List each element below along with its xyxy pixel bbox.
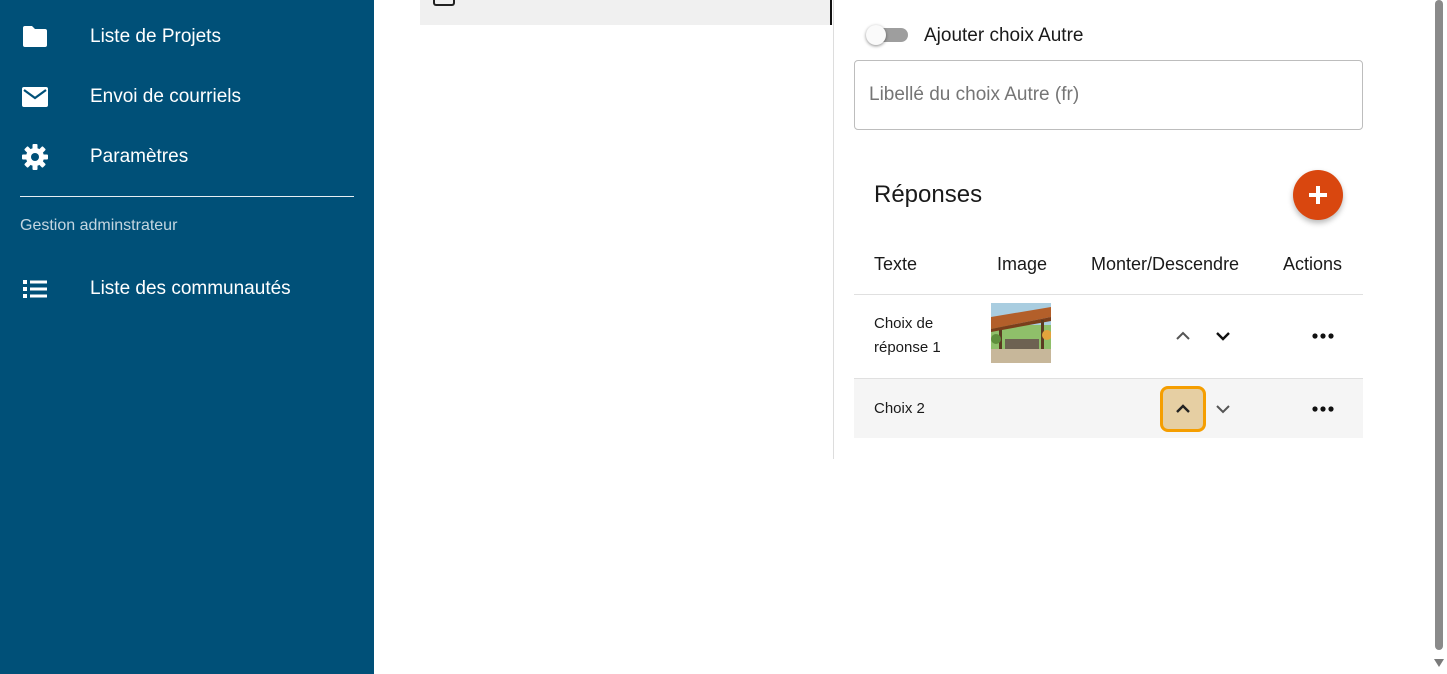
- move-up-button[interactable]: [1169, 322, 1197, 350]
- add-response-button[interactable]: [1293, 170, 1343, 220]
- more-horizontal-icon: [1312, 406, 1334, 412]
- column-header-move: Monter/Descendre: [1091, 254, 1240, 274]
- question-list-item[interactable]: [420, 0, 830, 25]
- scrollbar-thumb[interactable]: [1435, 0, 1443, 650]
- scroll-down-arrow-icon[interactable]: [1434, 659, 1444, 667]
- move-up-button[interactable]: [1160, 386, 1206, 432]
- more-horizontal-icon: [1312, 333, 1334, 339]
- response-text: Choix de réponse 1: [874, 315, 941, 356]
- list-icon: [20, 274, 50, 304]
- sidebar-item-label: Envoi de courriels: [90, 86, 242, 107]
- panel-divider: [833, 0, 834, 459]
- column-header-actions: Actions: [1283, 254, 1343, 274]
- chevron-up-icon: [1175, 404, 1191, 414]
- column-header-image: Image: [997, 254, 1048, 274]
- toggle-thumb: [866, 25, 886, 45]
- row-actions-button[interactable]: [1307, 322, 1339, 350]
- chevron-down-icon: [1215, 404, 1231, 414]
- sidebar-item-settings[interactable]: Paramètres: [0, 135, 374, 179]
- table-row: Choix 2: [854, 379, 1363, 438]
- column-header-text: Texte: [874, 254, 918, 274]
- sidebar-item-label: Paramètres: [90, 146, 189, 167]
- add-other-choice-toggle[interactable]: [866, 24, 910, 46]
- response-image: [991, 303, 1051, 363]
- add-other-choice-label: Ajouter choix Autre: [924, 25, 1084, 46]
- table-row: Choix de réponse 1: [854, 295, 1363, 379]
- move-down-button[interactable]: [1209, 395, 1237, 423]
- sidebar-item-communities[interactable]: Liste des communautés: [0, 267, 374, 311]
- responses-title: Réponses: [874, 181, 983, 208]
- move-down-button[interactable]: [1209, 322, 1237, 350]
- sidebar-item-label: Liste des communautés: [90, 278, 291, 299]
- sidebar-item-projects[interactable]: Liste de Projets: [0, 15, 374, 59]
- response-text: Choix 2: [874, 400, 925, 417]
- gear-icon: [20, 142, 50, 172]
- admin-section-label: Gestion adminstrateur: [20, 217, 178, 234]
- folder-icon: [20, 22, 50, 52]
- sidebar-item-label: Liste de Projets: [90, 26, 221, 47]
- row-actions-button[interactable]: [1307, 395, 1339, 423]
- chevron-down-icon: [1215, 331, 1231, 341]
- sidebar-item-emails[interactable]: Envoi de courriels: [0, 75, 374, 119]
- sidebar: Liste de Projets Envoi de courriels Para…: [0, 0, 374, 674]
- sidebar-divider: [20, 196, 354, 197]
- other-choice-label-input[interactable]: [854, 60, 1363, 130]
- selected-indicator: [830, 0, 832, 25]
- page-scrollbar[interactable]: [1432, 0, 1447, 674]
- edit-icon: [433, 0, 455, 6]
- mail-icon: [20, 82, 50, 112]
- plus-icon: [1307, 184, 1329, 206]
- chevron-up-icon: [1175, 331, 1191, 341]
